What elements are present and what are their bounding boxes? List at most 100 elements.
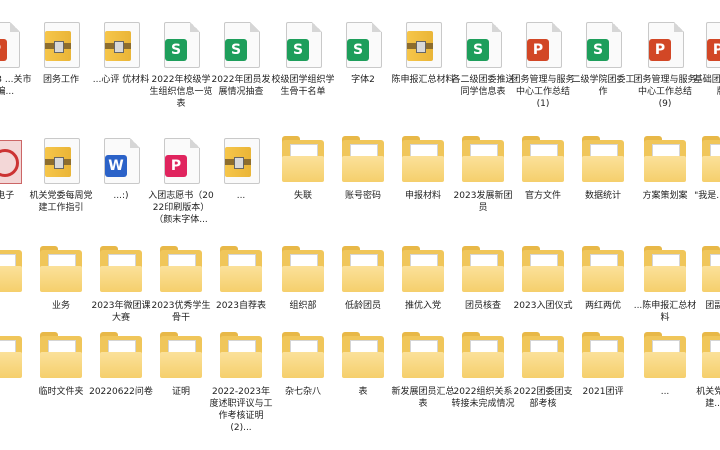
item-r2c2[interactable]: W...:) xyxy=(90,120,152,232)
item-r1c12[interactable]: P 基础团2021...版) xyxy=(692,4,720,116)
folder-icon: P xyxy=(520,136,566,186)
item-r2c1[interactable]: 机关党委每周党建工作指引 xyxy=(29,120,93,232)
file-label: 官方文件 xyxy=(524,191,561,201)
item-r2c5[interactable]: P 失联 xyxy=(272,120,334,232)
item-r1c3[interactable]: S 2022年校级学生组织信息一览表 xyxy=(149,4,213,116)
item-r1c5[interactable]: S 校级团学组织学生骨干名单 xyxy=(271,4,335,116)
document-file-icon: P xyxy=(158,136,204,186)
item-r4c7[interactable]: W 新发展团员汇总表 xyxy=(391,316,455,428)
file-label: 新发展团员汇总表 xyxy=(391,387,455,409)
item-r4c4[interactable]: P 2022-2023年度述职评议与工作考核证明(2)... xyxy=(209,316,273,433)
item-r4c10[interactable]: W 2021团评 xyxy=(572,316,634,428)
document-file-icon: S xyxy=(280,20,326,70)
file-label: 推优入党 xyxy=(404,301,441,311)
file-label: 2021团评 xyxy=(582,387,624,397)
document-file-icon: P xyxy=(642,20,688,70)
folder-icon: S xyxy=(340,246,386,296)
file-label: 校级团学组织学生骨干名单 xyxy=(271,75,335,97)
folder-icon: P xyxy=(460,246,506,296)
item-r4c3[interactable]: W 证明 xyxy=(150,316,212,428)
file-label: 陈申报汇总材料 xyxy=(391,75,455,85)
item-r1c10[interactable]: S 二级学院团委工作 xyxy=(571,4,635,116)
file-label: 账号密码 xyxy=(344,191,381,201)
folder-icon: S xyxy=(98,246,144,296)
file-label: 2023自荐表 xyxy=(216,301,266,311)
item-r2c6[interactable]: S 账号密码 xyxy=(332,120,394,232)
file-label: 入团志愿书（2022印刷版本）（颜末字体... xyxy=(148,191,214,225)
item-r4c8[interactable]: W 2022组织关系转接未完成情况 xyxy=(451,316,515,428)
folder-icon: P xyxy=(280,136,326,186)
item-r4c2[interactable]: S 20220622问卷 xyxy=(89,316,153,428)
item-r2c8[interactable]: S 2023发展新团员 xyxy=(452,120,514,232)
file-label: 团务管理与服务中心工作总结(1) xyxy=(511,75,575,109)
item-r4c9[interactable]: W 2022团委团支部考核 xyxy=(512,316,574,428)
file-label: 证明 xyxy=(171,387,190,397)
item-r4c0[interactable]: P xyxy=(0,316,32,428)
folder-icon: S xyxy=(340,332,386,382)
item-r4c12[interactable]: W 机关党...周党建...指引 xyxy=(692,316,720,428)
item-r2c11[interactable]: W 方案策划案 xyxy=(634,120,696,232)
file-label: 2023发展新团员 xyxy=(453,191,513,213)
folder-icon: P xyxy=(400,136,446,186)
item-r2c3[interactable]: P 入团志愿书（2022印刷版本）（颜末字体... xyxy=(148,120,214,232)
file-label: 2022年团员发展情况抽查 xyxy=(211,75,271,97)
folder-icon: S xyxy=(280,332,326,382)
folder-icon: P xyxy=(642,332,688,382)
file-label: 方案策划案 xyxy=(642,191,688,201)
file-label: ...心评 优材料 xyxy=(92,75,150,85)
file-label: 各二级团委推送同学信息表 xyxy=(451,75,515,97)
folder-icon: W xyxy=(700,246,720,296)
desktop-file-grid: P...2023 ...关市 ...编...团务工作...心评 优材料S2022… xyxy=(0,0,720,450)
item-r1c6[interactable]: S 字体2 xyxy=(332,4,394,116)
item-r1c0[interactable]: P...2023 ...关市 ...编... xyxy=(0,4,32,116)
file-label: 二级学院团委工作 xyxy=(571,75,635,97)
file-label: ... xyxy=(660,387,670,397)
item-r4c1[interactable]: W 临时文件夹 xyxy=(30,316,92,428)
image-file-icon xyxy=(0,136,24,186)
folder-icon: W xyxy=(580,332,626,382)
item-r4c6[interactable]: S表 xyxy=(332,316,394,428)
folder-icon: S xyxy=(158,246,204,296)
folder-icon: S xyxy=(460,136,506,186)
document-file-icon: S xyxy=(340,20,386,70)
item-r2c10[interactable]: S 数据统计 xyxy=(572,120,634,232)
folder-icon: W xyxy=(700,332,720,382)
item-r1c9[interactable]: P 团务管理与服务中心工作总结(1) xyxy=(511,4,575,116)
file-label: 表 xyxy=(358,387,368,397)
folder-icon: W xyxy=(38,246,84,296)
file-label: 团务管理与服务中心工作总结(9) xyxy=(633,75,697,109)
item-r1c7[interactable]: 陈申报汇总材料 xyxy=(391,4,455,116)
item-r4c11[interactable]: P... xyxy=(634,316,696,428)
folder-icon: P xyxy=(0,332,24,382)
document-file-icon: P xyxy=(0,20,24,70)
file-label: 机关党委每周党建工作指引 xyxy=(29,191,93,213)
document-file-icon: S xyxy=(218,20,264,70)
item-r1c1[interactable]: 团务工作 xyxy=(30,4,92,116)
archive-file-icon xyxy=(38,136,84,186)
item-r2c4[interactable]: ... xyxy=(210,120,272,232)
file-label: 20220622问卷 xyxy=(89,387,153,397)
item-r2c7[interactable]: P 申报材料 xyxy=(392,120,454,232)
file-label: 申报材料 xyxy=(404,191,441,201)
item-r2c9[interactable]: P 官方文件 xyxy=(512,120,574,232)
folder-icon: W xyxy=(460,332,506,382)
item-r2c12[interactable]: W "我是...团支书 xyxy=(692,120,720,232)
item-r1c11[interactable]: P 团务管理与服务中心工作总结(9) xyxy=(633,4,697,116)
file-label: 两红两优 xyxy=(584,301,621,311)
item-r4c5[interactable]: S 杂七杂八 xyxy=(272,316,334,428)
file-label: 业务 xyxy=(51,301,70,311)
file-label: 低龄团员 xyxy=(344,301,381,311)
item-r1c2[interactable]: ...心评 优材料 xyxy=(90,4,152,116)
document-file-icon: S xyxy=(580,20,626,70)
item-r1c8[interactable]: S 各二级团委推送同学信息表 xyxy=(451,4,515,116)
file-label: 团员核查 xyxy=(464,301,501,311)
item-r1c4[interactable]: S 2022年团员发展情况抽查 xyxy=(210,4,272,116)
archive-file-icon xyxy=(400,20,446,70)
item-r2c0[interactable]: ...电子 xyxy=(0,120,32,232)
document-file-icon: P xyxy=(700,20,720,70)
file-label: 2022组织关系转接未完成情况 xyxy=(451,387,515,409)
archive-file-icon xyxy=(218,136,264,186)
folder-icon: S xyxy=(580,136,626,186)
file-label: 机关党...周党建...指引 xyxy=(696,387,720,409)
file-label: 2022团委团支部考核 xyxy=(513,387,573,409)
